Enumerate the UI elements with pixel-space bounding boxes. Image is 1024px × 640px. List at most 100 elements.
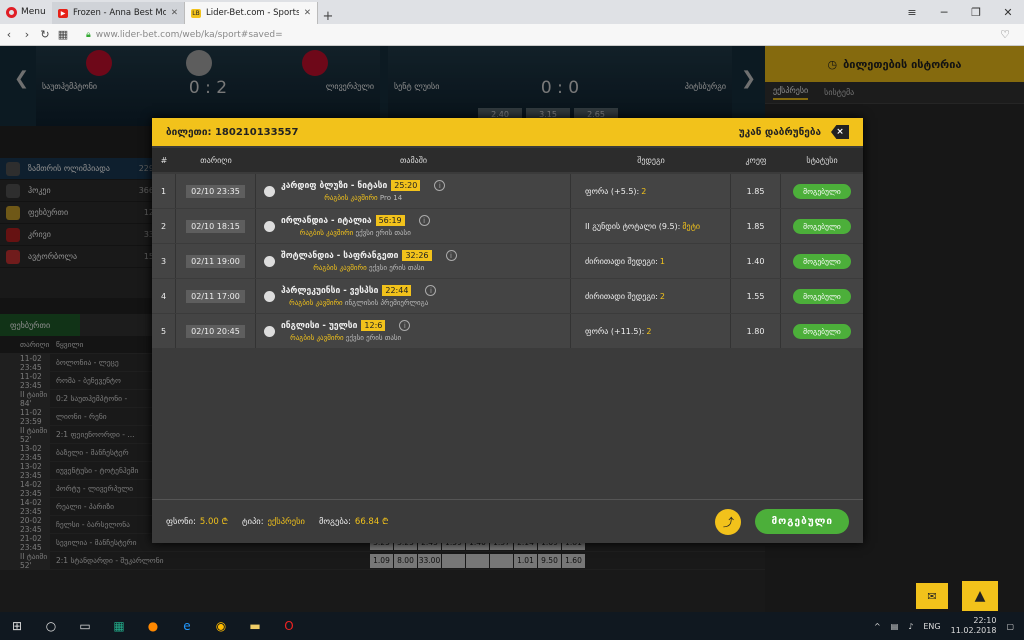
- bookmark-heart-icon[interactable]: ♡: [1000, 28, 1010, 41]
- row-date: 02/10 18:15: [186, 219, 245, 233]
- outcome-value: 2: [641, 186, 647, 196]
- lock-icon: 🔒︎: [86, 29, 91, 40]
- event-result: 32:26: [402, 250, 432, 261]
- speed-dial-icon[interactable]: ▦: [54, 28, 72, 41]
- new-tab-button[interactable]: +: [318, 9, 338, 24]
- info-icon[interactable]: i: [399, 320, 411, 331]
- status-badge: მოგებული: [793, 183, 851, 199]
- outcome-label: II გუნდის ტოტალი (9.5):: [585, 221, 681, 231]
- search-icon[interactable]: ○: [34, 612, 68, 640]
- league-sport: რაგბის კავშირი: [324, 194, 378, 202]
- row-date: 02/10 23:35: [186, 184, 245, 198]
- rugby-ball-icon: [264, 255, 275, 267]
- tab-title: Frozen - Anna Best Mome: [73, 8, 166, 18]
- back-button[interactable]: უკან დაბრუნება ×: [739, 125, 849, 139]
- outcome-value: მეტი: [682, 221, 700, 231]
- status-badge: მოგებული: [793, 323, 851, 339]
- col-outcome: შედეგი: [637, 155, 665, 165]
- outcome-value: 2: [659, 291, 665, 301]
- rugby-ball-icon: [264, 325, 275, 337]
- opera-taskbar-icon[interactable]: O: [272, 612, 306, 640]
- browser-tab-liderbet[interactable]: LB Lider-Bet.com - Sports and ✕: [185, 2, 318, 24]
- close-tab-icon[interactable]: ✕: [304, 8, 311, 18]
- tray-arrow-icon[interactable]: ^: [874, 622, 881, 631]
- row-date: 02/11 17:00: [186, 289, 245, 303]
- tabs-menu-icon[interactable]: ≡: [896, 6, 928, 19]
- network-icon[interactable]: ▤: [891, 622, 899, 631]
- row-odd: 1.80: [731, 314, 781, 348]
- outcome-label: ძირითადი შედეგი:: [585, 256, 658, 266]
- stake-label: ფსონი:: [166, 517, 196, 527]
- close-icon[interactable]: ×: [831, 125, 849, 139]
- event-name: ირლანდია - იტალია: [281, 215, 372, 226]
- col-number: #: [160, 155, 168, 165]
- browser-tab-youtube[interactable]: ▶ Frozen - Anna Best Mome ✕: [52, 2, 185, 24]
- col-date: თარიღი: [200, 155, 232, 165]
- volume-icon[interactable]: ♪: [908, 622, 913, 631]
- col-event: თამაში: [400, 155, 427, 165]
- ticket-footer: ფსონი: 5.00 ₾ ტიპი: ექსპრესი მოგება: 66.84 …: [152, 499, 863, 543]
- row-number: 1: [152, 174, 176, 208]
- rugby-ball-icon: [264, 290, 275, 302]
- close-window-icon[interactable]: ✕: [992, 6, 1024, 19]
- clock[interactable]: 22:10 11.02.2018: [951, 616, 997, 636]
- window-controls: ≡ ─ ❐ ✕: [896, 0, 1024, 24]
- stake-value: 5.00 ₾: [199, 517, 229, 527]
- type-info: ტიპი: ექსპრესი: [242, 517, 305, 527]
- opera-logo-icon: [6, 6, 17, 18]
- forward-arrow-icon[interactable]: ›: [18, 28, 36, 41]
- row-date: 02/10 20:45: [186, 324, 245, 338]
- outcome-label: ფორა (+11.5):: [585, 326, 645, 336]
- stake-info: ფსონი: 5.00 ₾: [166, 516, 228, 527]
- back-arrow-icon[interactable]: ‹: [0, 28, 18, 41]
- win-info: მოგება: 66.84 ₾: [319, 516, 389, 527]
- excel-icon[interactable]: ▦: [102, 612, 136, 640]
- league-name: Pro 14: [379, 194, 403, 202]
- edge-icon[interactable]: e: [170, 612, 204, 640]
- system-tray: ^ ▤ ♪ ENG 22:10 11.02.2018 ▢: [874, 616, 1024, 636]
- col-odd: კოეფ: [745, 155, 767, 165]
- language-indicator[interactable]: ENG: [923, 622, 940, 631]
- clock-time: 22:10: [973, 616, 997, 625]
- tab-title: Lider-Bet.com - Sports and: [206, 8, 299, 18]
- event-name: კარდიფ ბლუზი - ნიტასი: [281, 180, 388, 191]
- task-view-icon[interactable]: ▭: [68, 612, 102, 640]
- status-badge: მოგებული: [793, 218, 851, 234]
- address-bar-row: ‹ › ↻ ▦ 🔒︎ www.lider-bet.com/web/ka/spor…: [0, 24, 1024, 46]
- ticket-row: 5 02/10 20:45 ინგლისი - უელსი 12:6 i რაგბის…: [152, 314, 863, 348]
- url-field[interactable]: 🔒︎ www.lider-bet.com/web/ka/sport#saved=: [86, 30, 283, 40]
- ticket-row: 3 02/11 19:00 შოტლანდია - საფრანგეთი 32:2…: [152, 244, 863, 278]
- chat-icon[interactable]: ✉: [916, 583, 948, 609]
- info-icon[interactable]: i: [434, 180, 446, 191]
- opera-menu-button[interactable]: Menu: [0, 0, 52, 24]
- folder-icon[interactable]: ▬: [238, 612, 272, 640]
- league-sport: რაგბის კავშირი: [289, 299, 343, 307]
- ticket-number: ბილეთი: 180210133557: [166, 126, 299, 138]
- url-text: www.lider-bet.com/web/ka/sport#saved=: [95, 29, 283, 40]
- info-icon[interactable]: i: [418, 215, 430, 226]
- clock-date: 11.02.2018: [950, 626, 997, 635]
- scroll-up-icon[interactable]: ▲: [962, 581, 998, 611]
- outcome-label: ძირითადი შედეგი:: [585, 291, 658, 301]
- restore-icon[interactable]: ❐: [960, 6, 992, 19]
- share-icon[interactable]: ⤴: [715, 508, 742, 535]
- league-name: ინგლისის პრემიერლიგა: [344, 299, 429, 307]
- firefox-icon[interactable]: ●: [136, 612, 170, 640]
- info-icon[interactable]: i: [445, 250, 457, 261]
- chrome-icon[interactable]: ◉: [204, 612, 238, 640]
- reload-icon[interactable]: ↻: [36, 28, 54, 41]
- windows-start-icon[interactable]: ⊞: [0, 612, 34, 640]
- close-tab-icon[interactable]: ✕: [171, 8, 178, 18]
- outcome-value: 2: [646, 326, 652, 336]
- league-sport: რაგბის კავშირი: [299, 229, 354, 237]
- browser-tabbar: Menu ▶ Frozen - Anna Best Mome ✕ LB Lide…: [0, 0, 1024, 24]
- league-sport: რაგბის კავშირი: [290, 334, 344, 342]
- win-label: მოგება:: [318, 517, 351, 527]
- ticket-status-button[interactable]: მოგებული: [755, 509, 849, 534]
- info-icon[interactable]: i: [425, 285, 437, 296]
- rugby-ball-icon: [264, 220, 275, 232]
- minimize-icon[interactable]: ─: [928, 6, 960, 19]
- notifications-icon[interactable]: ▢: [1006, 622, 1014, 631]
- ticket-table-header: # თარიღი თამაში შედეგი კოეფ სტატუსი: [152, 148, 863, 172]
- league-name: ექვსი ერის თასი: [355, 229, 411, 237]
